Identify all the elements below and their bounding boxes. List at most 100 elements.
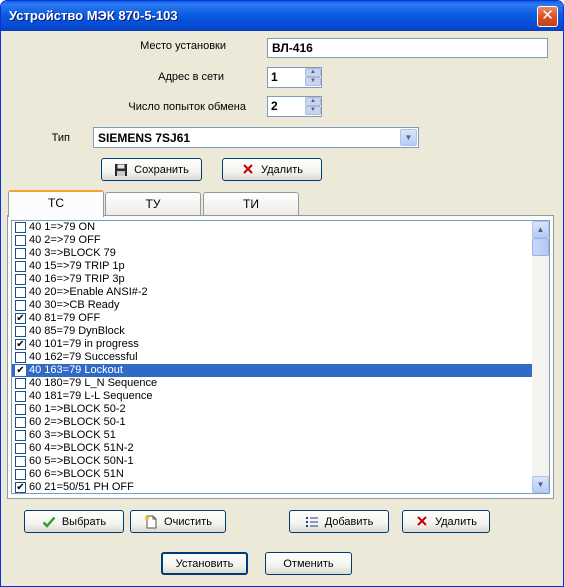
list-item[interactable]: ✔ 40 163=79 Lockout xyxy=(12,364,534,377)
checkbox-unchecked[interactable] xyxy=(15,417,26,428)
checkbox-unchecked[interactable] xyxy=(15,443,26,454)
checkbox-unchecked[interactable] xyxy=(15,326,26,337)
list-item[interactable]: 40 16=>79 TRIP 3p xyxy=(12,273,534,286)
delete-bottom-button[interactable]: Удалить xyxy=(402,510,490,533)
tab-tu-label: ТУ xyxy=(145,197,161,211)
list-item[interactable]: ✔ 40 101=79 in progress xyxy=(12,338,534,351)
list-item-label: 40 101=79 in progress xyxy=(29,338,139,350)
list-item-label: 40 85=79 DynBlock xyxy=(29,325,125,337)
checkbox-unchecked[interactable] xyxy=(15,352,26,363)
delete-top-label: Удалить xyxy=(261,163,303,176)
checkbox-checked[interactable]: ✔ xyxy=(15,313,26,324)
scroll-down-button[interactable]: ▼ xyxy=(532,476,549,493)
list-item-label: 60 5=>BLOCK 50N-1 xyxy=(29,455,134,467)
checkbox-unchecked[interactable] xyxy=(15,391,26,402)
list-item-label: 40 163=79 Lockout xyxy=(29,364,123,376)
list-item[interactable]: 60 1=>BLOCK 50-2 xyxy=(12,403,534,416)
chevron-down-icon[interactable]: ▼ xyxy=(400,129,417,146)
checkbox-unchecked[interactable] xyxy=(15,300,26,311)
delete-top-button[interactable]: Удалить xyxy=(222,158,322,181)
address-spin-down-button[interactable]: ▼ xyxy=(305,77,321,86)
list-item-label: 60 1=>BLOCK 50-2 xyxy=(29,403,126,415)
list-item-label: 60 6=>BLOCK 51N xyxy=(29,468,124,480)
list-item-label: 40 1=>79 ON xyxy=(29,221,96,233)
list-item[interactable]: 60 2=>BLOCK 50-1 xyxy=(12,416,534,429)
tab-ts[interactable]: ТС xyxy=(8,190,104,217)
list-item-label: 40 16=>79 TRIP 3p xyxy=(29,273,125,285)
address-spin-up-button[interactable]: ▲ xyxy=(305,68,321,77)
window-title: Устройство МЭК 870-5-103 xyxy=(9,8,178,23)
tab-tu[interactable]: ТУ xyxy=(105,192,201,215)
list-item[interactable]: 60 6=>BLOCK 51N xyxy=(12,468,534,481)
checkbox-unchecked[interactable] xyxy=(15,456,26,467)
list-item[interactable]: 40 85=79 DynBlock xyxy=(12,325,534,338)
checkbox-unchecked[interactable] xyxy=(15,378,26,389)
address-value: 1 xyxy=(271,70,278,84)
list-item[interactable]: 40 30=>CB Ready xyxy=(12,299,534,312)
attempts-spin-up-button[interactable]: ▲ xyxy=(305,97,321,106)
floppy-disk-icon xyxy=(114,163,128,177)
checkbox-unchecked[interactable] xyxy=(15,248,26,259)
list-item[interactable]: 60 5=>BLOCK 50N-1 xyxy=(12,455,534,468)
vertical-scrollbar[interactable]: ▲ ▼ xyxy=(532,221,549,493)
list-item[interactable]: 40 3=>BLOCK 79 xyxy=(12,247,534,260)
scroll-up-button[interactable]: ▲ xyxy=(532,221,549,238)
attempts-spinner[interactable]: 2 ▲ ▼ xyxy=(267,96,322,117)
red-x-icon xyxy=(415,515,429,529)
checkbox-checked[interactable]: ✔ xyxy=(15,365,26,376)
close-button[interactable]: ✕ xyxy=(537,6,558,27)
checkbox-checked[interactable]: ✔ xyxy=(15,339,26,350)
tab-panel-ts: 40 1=>79 ON 40 2=>79 OFF 40 3=>BLOCK 79 40 … xyxy=(7,215,554,499)
checkbox-unchecked[interactable] xyxy=(15,287,26,298)
list-item[interactable]: 40 20=>Enable ANSI#-2 xyxy=(12,286,534,299)
list-item[interactable]: 60 4=>BLOCK 51N-2 xyxy=(12,442,534,455)
list-item-label: 40 15=>79 TRIP 1p xyxy=(29,260,125,272)
location-input[interactable]: ВЛ-416 xyxy=(267,38,548,58)
select-button[interactable]: Выбрать xyxy=(24,510,124,533)
location-label: Место установки xyxy=(140,40,226,52)
add-label: Добавить xyxy=(324,515,374,528)
tab-ti[interactable]: ТИ xyxy=(203,192,299,215)
list-item-label: 60 2=>BLOCK 50-1 xyxy=(29,416,126,428)
install-label: Установить xyxy=(175,557,234,570)
checkbox-unchecked[interactable] xyxy=(15,261,26,272)
scroll-thumb[interactable] xyxy=(532,238,549,256)
list-item[interactable]: 40 162=79 Successful xyxy=(12,351,534,364)
tab-ts-label: ТС xyxy=(48,196,64,210)
clear-button[interactable]: Очистить xyxy=(130,510,226,533)
checkbox-checked[interactable]: ✔ xyxy=(15,482,26,493)
checkbox-unchecked[interactable] xyxy=(15,235,26,246)
attempts-spin-down-button[interactable]: ▼ xyxy=(305,106,321,115)
list-item[interactable]: 40 181=79 L-L Sequence xyxy=(12,390,534,403)
select-label: Выбрать xyxy=(61,515,107,528)
checkbox-unchecked[interactable] xyxy=(15,222,26,233)
title-bar[interactable]: Устройство МЭК 870-5-103 ✕ xyxy=(1,1,563,31)
list-item[interactable]: ✔ 40 81=79 OFF xyxy=(12,312,534,325)
checkbox-unchecked[interactable] xyxy=(15,404,26,415)
list-item-label: 40 162=79 Successful xyxy=(29,351,138,363)
list-item[interactable]: 40 2=>79 OFF xyxy=(12,234,534,247)
cancel-button[interactable]: Отменить xyxy=(265,552,352,575)
location-value: ВЛ-416 xyxy=(272,41,313,55)
list-item[interactable]: ✔ 60 21=50/51 PH OFF xyxy=(12,481,534,493)
dialog-body: Место установки ВЛ-416 Адрес в сети 1 ▲ … xyxy=(4,31,560,584)
dialog-window: Устройство МЭК 870-5-103 ✕ Место установ… xyxy=(0,0,564,587)
type-value: SIEMENS 7SJ61 xyxy=(98,131,191,145)
signal-checklist[interactable]: 40 1=>79 ON 40 2=>79 OFF 40 3=>BLOCK 79 40 … xyxy=(11,220,550,494)
checkbox-unchecked[interactable] xyxy=(15,469,26,480)
add-button[interactable]: Добавить xyxy=(289,510,389,533)
install-button[interactable]: Установить xyxy=(161,552,248,575)
close-icon: ✕ xyxy=(541,7,554,24)
checkbox-unchecked[interactable] xyxy=(15,274,26,285)
address-label: Адрес в сети xyxy=(158,71,224,83)
save-button[interactable]: Сохранить xyxy=(101,158,202,181)
type-select[interactable]: SIEMENS 7SJ61 ▼ xyxy=(93,127,419,148)
list-item[interactable]: 40 1=>79 ON xyxy=(12,221,534,234)
checkbox-unchecked[interactable] xyxy=(15,430,26,441)
cancel-label: Отменить xyxy=(283,557,334,570)
address-spinner[interactable]: 1 ▲ ▼ xyxy=(267,67,322,88)
list-item[interactable]: 40 180=79 L_N Sequence xyxy=(12,377,534,390)
clear-label: Очистить xyxy=(164,515,212,528)
list-item[interactable]: 40 15=>79 TRIP 1p xyxy=(12,260,534,273)
list-item[interactable]: 60 3=>BLOCK 51 xyxy=(12,429,534,442)
